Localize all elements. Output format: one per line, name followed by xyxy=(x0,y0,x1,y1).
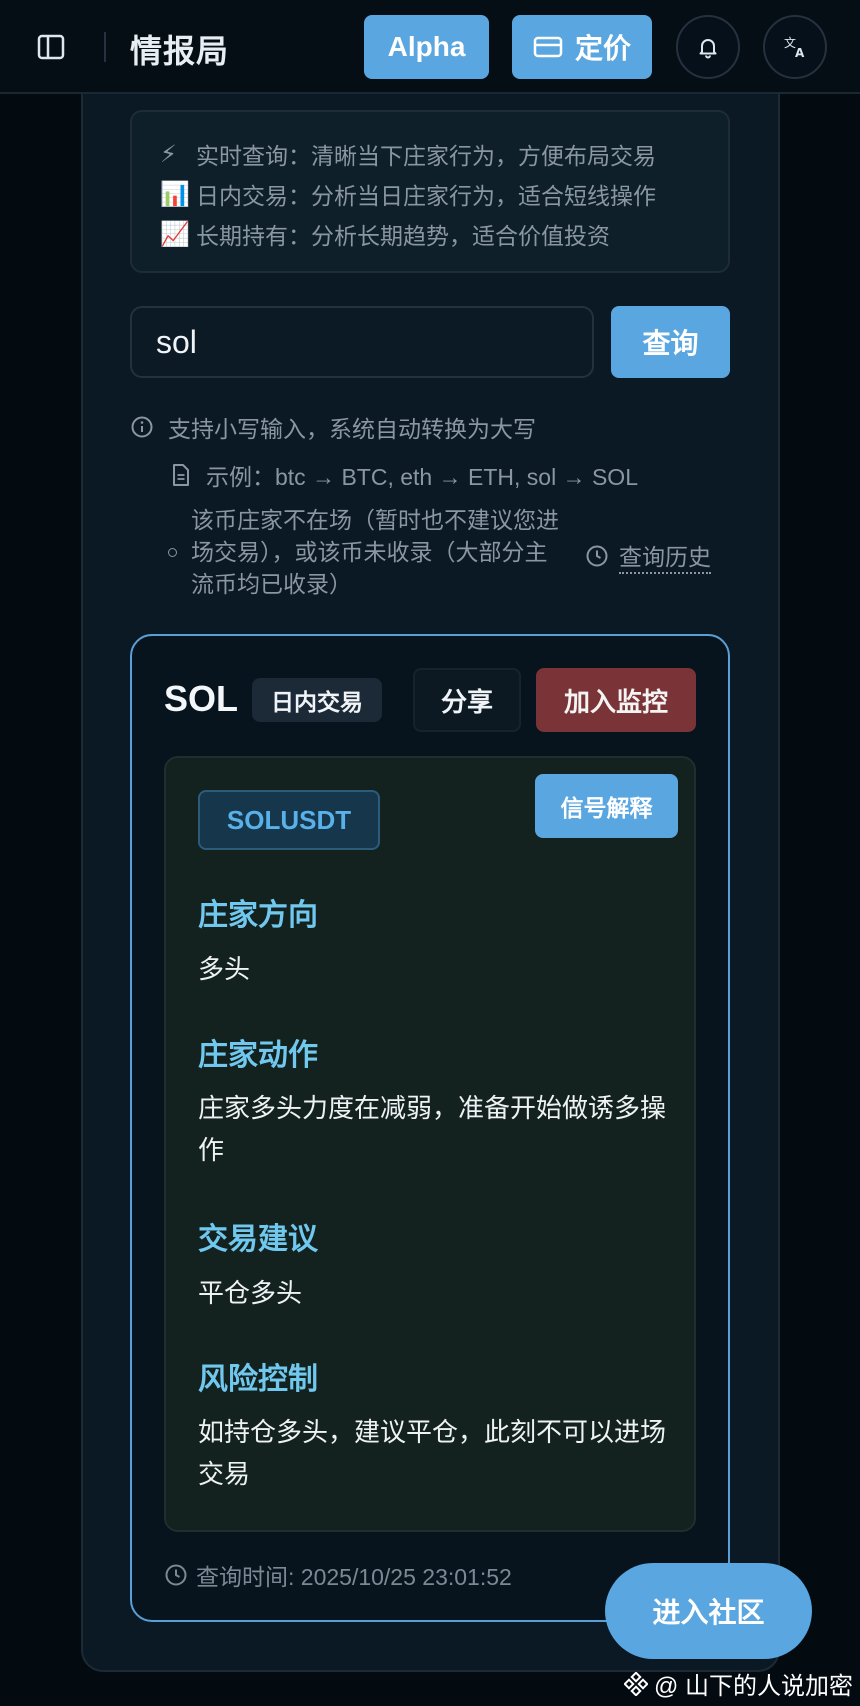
query-history-link[interactable]: 查询历史 xyxy=(585,538,711,574)
lowercase-hint-text: 支持小写输入，系统自动转换为大写 xyxy=(168,416,536,442)
alpha-label: Alpha xyxy=(387,31,466,62)
clock-icon xyxy=(164,1563,188,1587)
document-icon xyxy=(170,463,192,487)
example-hint: 示例：btc → BTC, eth → ETH, sol → SOL xyxy=(170,458,638,492)
clock-icon xyxy=(585,544,609,568)
community-button[interactable]: 进入社区 xyxy=(605,1563,812,1659)
mode-badge: 日内交易 xyxy=(252,678,382,722)
trend-up-icon: 📈 xyxy=(160,220,190,248)
bar-chart-icon: 📊 xyxy=(160,180,190,208)
query-label: 查询 xyxy=(642,328,699,359)
section-text-direction: 多头 xyxy=(198,954,251,984)
share-button[interactable]: 分享 xyxy=(413,668,521,732)
signal-explain-button[interactable]: 信号解释 xyxy=(535,774,678,838)
trading-pair-badge: SOLUSDT xyxy=(198,790,380,850)
not-listed-notice: 该币庄家不在场（暂时也不建议您进场交易），或该币未收录（大部分主流币均已收录） xyxy=(168,504,568,600)
pricing-button[interactable]: 定价 xyxy=(512,15,652,79)
bullet-icon xyxy=(168,548,177,557)
notice-text: 该币庄家不在场（暂时也不建议您进场交易），或该币未收录（大部分主流币均已收录） xyxy=(191,507,559,597)
feature-intro-box: ⚡ 实时查询：清晰当下庄家行为，方便布局交易 📊 日内交易：分析当日庄家行为，适… xyxy=(130,110,730,273)
pricing-label: 定价 xyxy=(574,33,631,64)
language-button[interactable]: 文 A xyxy=(763,15,827,79)
query-button[interactable]: 查询 xyxy=(611,306,730,378)
monitor-label: 加入监控 xyxy=(563,686,668,717)
translate-icon: 文 A xyxy=(782,34,808,60)
section-text-action: 庄家多头力度在减弱，准备开始做诱多操作 xyxy=(198,1093,667,1165)
lowercase-hint: 支持小写输入，系统自动转换为大写 xyxy=(130,410,536,444)
query-time-text: 查询时间: 2025/10/25 23:01:52 xyxy=(196,1564,512,1590)
symbol-search-input[interactable] xyxy=(130,306,594,378)
section-title-action: 庄家动作 xyxy=(198,1039,318,1072)
info-icon xyxy=(130,415,154,439)
intro-text: 实时查询：清晰当下庄家行为，方便布局交易 xyxy=(196,143,656,169)
result-symbol: SOL xyxy=(164,678,239,719)
share-label: 分享 xyxy=(440,686,493,717)
notifications-button[interactable] xyxy=(676,15,740,79)
intro-line: 📊 日内交易：分析当日庄家行为，适合短线操作 xyxy=(160,174,728,214)
watermark: @ 山下的人说加密 xyxy=(624,1666,853,1701)
lightning-icon: ⚡ xyxy=(160,140,177,168)
query-history-label: 查询历史 xyxy=(619,538,711,574)
example-hint-text: 示例：btc → BTC, eth → ETH, sol → SOL xyxy=(206,464,638,490)
alpha-button[interactable]: Alpha xyxy=(364,15,489,79)
top-header: 情报局 Alpha 定价 文 A xyxy=(0,0,860,94)
svg-text:A: A xyxy=(795,46,805,60)
binance-logo-icon xyxy=(624,1671,648,1696)
bell-icon xyxy=(696,35,720,59)
explain-label: 信号解释 xyxy=(560,795,653,821)
section-title-risk: 风险控制 xyxy=(198,1363,318,1396)
app-title: 情报局 xyxy=(130,33,230,69)
query-time: 查询时间: 2025/10/25 23:01:52 xyxy=(164,1558,512,1592)
intro-line: ⚡ 实时查询：清晰当下庄家行为，方便布局交易 xyxy=(160,134,728,174)
section-title-advice: 交易建议 xyxy=(198,1223,318,1256)
intro-text: 日内交易：分析当日庄家行为，适合短线操作 xyxy=(196,183,656,209)
intro-text: 长期持有：分析长期趋势，适合价值投资 xyxy=(196,223,610,249)
header-divider xyxy=(104,32,106,62)
community-label: 进入社区 xyxy=(652,1597,765,1628)
watermark-text: @ 山下的人说加密 xyxy=(654,1673,854,1700)
credit-card-icon xyxy=(533,35,563,59)
section-text-risk: 如持仓多头，建议平仓，此刻不可以进场交易 xyxy=(198,1417,667,1489)
intro-line: 📈 长期持有：分析长期趋势，适合价值投资 xyxy=(160,214,728,254)
sidebar-toggle-icon[interactable] xyxy=(36,32,66,62)
add-monitor-button[interactable]: 加入监控 xyxy=(536,668,696,732)
section-title-direction: 庄家方向 xyxy=(198,899,318,932)
section-text-advice: 平仓多头 xyxy=(198,1278,303,1308)
